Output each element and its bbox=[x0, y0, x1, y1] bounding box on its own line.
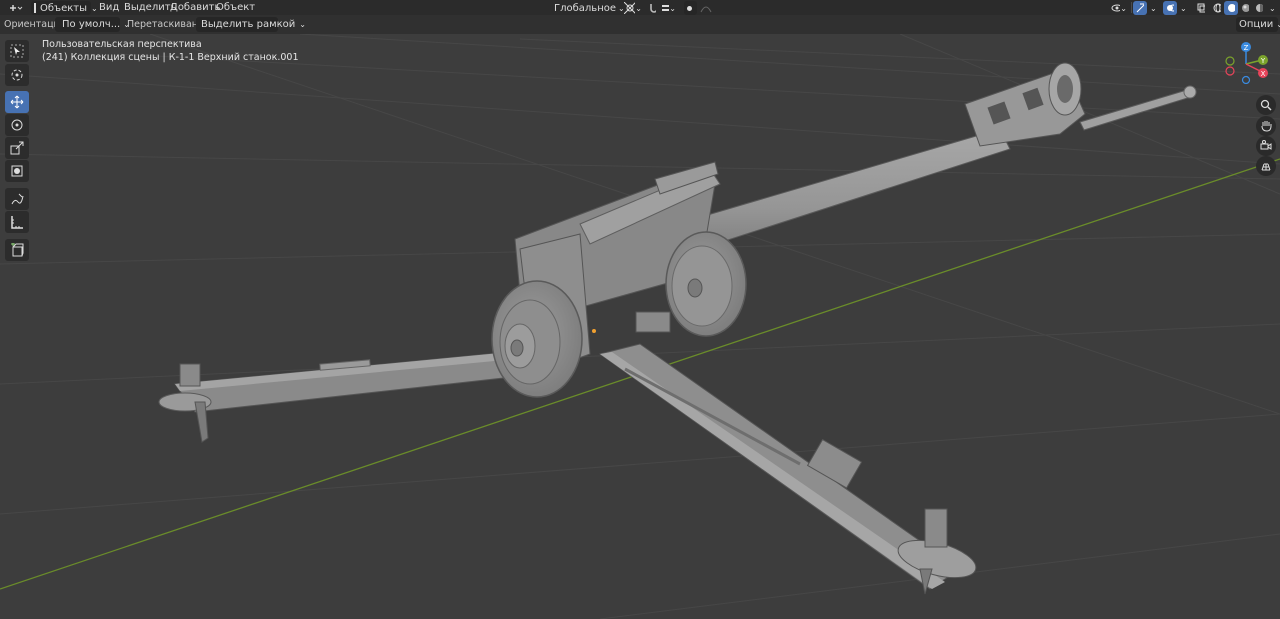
transform-orientation-dropdown[interactable]: Глобальное ⌄ bbox=[548, 1, 625, 15]
chevron-down-icon: ⌄ bbox=[1276, 20, 1280, 29]
transform-icon bbox=[11, 165, 23, 177]
overlays-toggle[interactable] bbox=[1163, 1, 1177, 15]
xray-toggle[interactable] bbox=[1194, 1, 1208, 15]
tool-measure[interactable] bbox=[5, 211, 29, 233]
zoom-icon bbox=[1260, 99, 1272, 111]
neg-z-axis-ball[interactable] bbox=[1241, 75, 1251, 84]
hand-pan-icon bbox=[1261, 121, 1272, 132]
select-box-icon bbox=[10, 44, 24, 58]
falloff-dropdown[interactable] bbox=[697, 1, 715, 15]
grid-view-icon bbox=[1261, 163, 1271, 171]
orientation-value: По умолч... bbox=[62, 19, 121, 30]
tool-move[interactable] bbox=[5, 91, 29, 113]
scale-icon bbox=[10, 141, 24, 155]
material-sphere-icon bbox=[1242, 4, 1249, 12]
y-axis-label: Y bbox=[1260, 57, 1266, 65]
overlays-dropdown[interactable]: ⌄ bbox=[1177, 1, 1189, 15]
pivot-point-dropdown[interactable]: ⌄ bbox=[621, 1, 645, 15]
tool-annotate[interactable] bbox=[5, 188, 29, 210]
shading-rendered[interactable] bbox=[1252, 1, 1266, 15]
move-icon bbox=[10, 95, 24, 109]
editor-type-icon bbox=[10, 5, 23, 11]
zoom-button[interactable] bbox=[1256, 95, 1276, 115]
gizmo-dropdown[interactable]: ⌄ bbox=[1147, 1, 1159, 15]
howitzer-model[interactable] bbox=[158, 62, 1197, 595]
view-name: Пользовательская перспектива bbox=[42, 39, 202, 50]
drag-dropdown[interactable]: Выделить рамкой ⌄ bbox=[196, 17, 306, 32]
overlay-circles-icon bbox=[1167, 4, 1174, 12]
falloff-icon bbox=[700, 6, 712, 13]
pivot-icon bbox=[624, 2, 636, 14]
neg-x-axis-ball[interactable] bbox=[1225, 66, 1235, 76]
gizmo-arrow-icon bbox=[1136, 3, 1144, 13]
proportional-edit-toggle[interactable] bbox=[684, 1, 697, 15]
add-cube-icon bbox=[11, 243, 24, 257]
z-axis-label: Z bbox=[1244, 44, 1249, 52]
shading-dropdown[interactable]: ⌄ bbox=[1266, 1, 1278, 15]
navigation-gizmo[interactable]: Z Y X bbox=[1218, 40, 1274, 84]
magnet-icon bbox=[650, 4, 656, 13]
ortho-toggle-button[interactable] bbox=[1256, 156, 1276, 176]
tool-select-box[interactable] bbox=[5, 40, 29, 62]
neg-y-axis-ball[interactable] bbox=[1225, 56, 1235, 66]
transform-orientation-label: Глобальное bbox=[554, 2, 616, 14]
tool-cursor[interactable] bbox=[5, 64, 29, 86]
measure-icon bbox=[11, 216, 23, 229]
shading-wireframe[interactable] bbox=[1210, 1, 1224, 15]
tool-rotate[interactable] bbox=[5, 114, 29, 136]
tool-transform[interactable] bbox=[5, 160, 29, 182]
snap-toggle[interactable] bbox=[645, 1, 659, 15]
annotate-icon bbox=[11, 193, 24, 205]
shading-solid[interactable] bbox=[1224, 1, 1238, 15]
menu-view[interactable]: Вид bbox=[99, 1, 119, 14]
gizmo-toggle[interactable] bbox=[1133, 1, 1147, 15]
chevron-down-icon: ⌄ bbox=[669, 3, 676, 13]
viewport-header: Объекты ⌄ Вид Выделить Добавить Объект Г… bbox=[0, 0, 1280, 15]
orientation-dropdown[interactable]: По умолч... ⌄ bbox=[55, 17, 130, 32]
cursor-icon bbox=[11, 69, 23, 81]
tool-scale[interactable] bbox=[5, 137, 29, 159]
chevron-down-icon: ⌄ bbox=[635, 3, 642, 13]
xray-icon bbox=[1197, 3, 1205, 13]
object-mode-icon bbox=[34, 3, 36, 13]
shading-material[interactable] bbox=[1238, 1, 1252, 15]
pan-button[interactable] bbox=[1256, 116, 1276, 136]
tool-settings-bar: Ориентация: По умолч... ⌄ Перетаскивание… bbox=[0, 15, 1280, 34]
snap-target-dropdown[interactable]: ⌄ bbox=[659, 1, 679, 15]
drag-value: Выделить рамкой bbox=[201, 19, 296, 30]
rotate-icon bbox=[11, 119, 23, 131]
chevron-down-icon: ⌄ bbox=[1269, 3, 1276, 13]
editor-type-button[interactable] bbox=[4, 1, 26, 15]
viewport-scene[interactable] bbox=[0, 34, 1280, 619]
camera-view-button[interactable] bbox=[1256, 136, 1276, 156]
visibility-dropdown[interactable]: ⌄ bbox=[1108, 1, 1130, 15]
options-label: Опции bbox=[1239, 19, 1274, 30]
collection-info: (241) Коллекция сцены | К-1-1 Верхний ст… bbox=[42, 52, 299, 63]
wireframe-sphere-icon bbox=[1213, 3, 1221, 13]
chevron-down-icon: ⌄ bbox=[299, 20, 306, 29]
eye-icon bbox=[1111, 4, 1121, 12]
proportional-dot-icon bbox=[687, 5, 692, 11]
chevron-down-icon: ⌄ bbox=[1150, 3, 1157, 13]
x-axis-label: X bbox=[1261, 70, 1266, 78]
menu-object[interactable]: Объект bbox=[216, 1, 255, 14]
chevron-down-icon: ⌄ bbox=[1120, 3, 1127, 13]
snap-edge-icon bbox=[662, 5, 670, 11]
menu-add[interactable]: Добавить bbox=[170, 1, 220, 14]
rendered-sphere-icon bbox=[1256, 4, 1263, 12]
solid-sphere-icon bbox=[1228, 4, 1235, 12]
chevron-down-icon: ⌄ bbox=[1180, 3, 1187, 13]
tool-add-cube[interactable] bbox=[5, 239, 29, 261]
options-dropdown[interactable]: Опции ⌄ bbox=[1236, 17, 1280, 32]
mode-label: Объекты bbox=[40, 2, 88, 14]
camera-icon bbox=[1260, 140, 1272, 150]
chevron-down-icon: ⌄ bbox=[91, 3, 98, 13]
mode-dropdown[interactable]: Объекты ⌄ bbox=[31, 1, 98, 15]
menu-select[interactable]: Выделить bbox=[124, 1, 176, 14]
